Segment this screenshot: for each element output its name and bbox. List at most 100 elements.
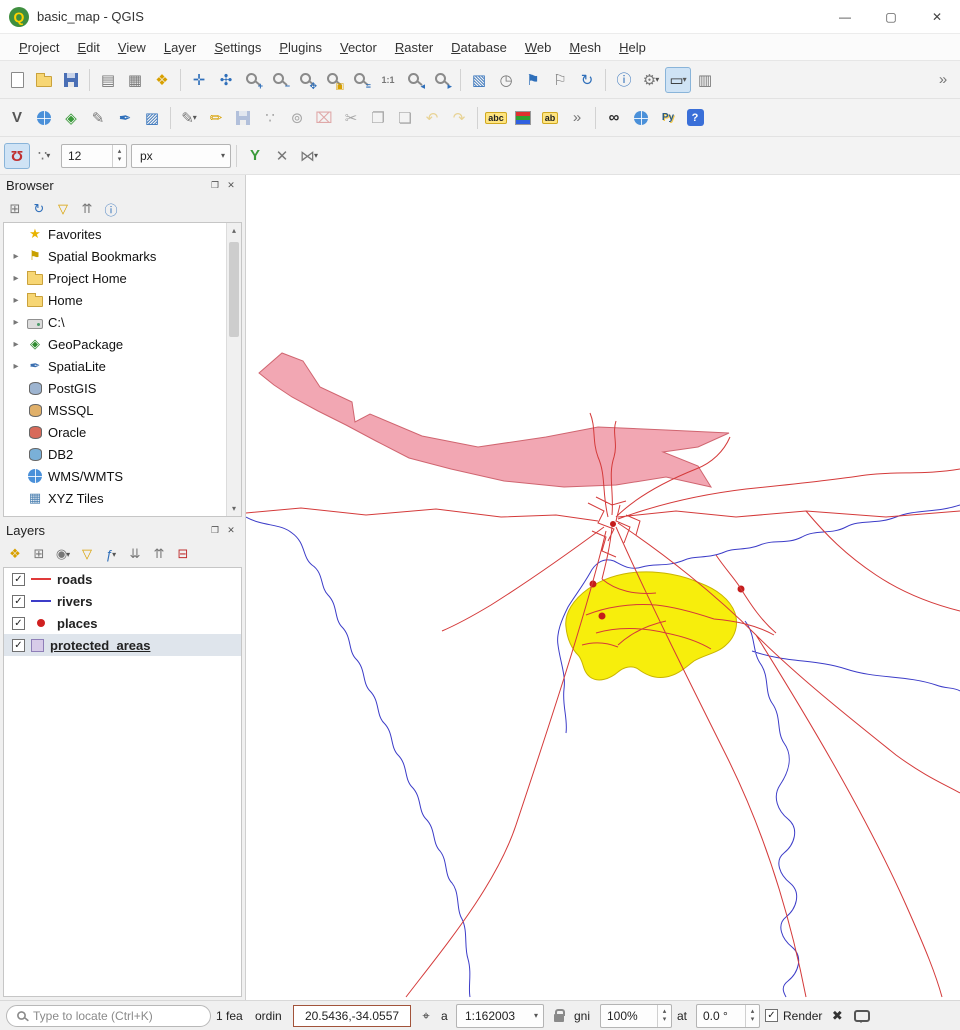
- open-attribute-table-button[interactable]: ▥: [692, 67, 718, 93]
- expand-arrow-icon[interactable]: ▸: [10, 317, 22, 328]
- add-group-button[interactable]: ⊞: [28, 543, 50, 565]
- filter-legend-button[interactable]: ▽: [76, 543, 98, 565]
- new-virtual-layer-button[interactable]: ▨: [139, 105, 165, 131]
- browser-item-xyz-tiles[interactable]: ▦ XYZ Tiles: [4, 487, 241, 509]
- refresh-map-button[interactable]: ↻: [574, 67, 600, 93]
- menu-web[interactable]: Web: [516, 36, 561, 59]
- save-layer-edits-button[interactable]: [230, 105, 256, 131]
- expand-all-layers-button[interactable]: ⇊: [124, 543, 146, 565]
- stepper-arrows[interactable]: ▴▾: [657, 1005, 671, 1027]
- toolbar-overflow-button[interactable]: »: [930, 67, 956, 93]
- osm-place-search-button[interactable]: ∞: [601, 105, 627, 131]
- collapse-all-layers-button[interactable]: ⇈: [148, 543, 170, 565]
- copy-features-button[interactable]: ❐: [365, 105, 391, 131]
- browser-item-spatialite[interactable]: ▸ ✒ SpatiaLite: [4, 355, 241, 377]
- new-spatialite-layer-button[interactable]: ✒: [112, 105, 138, 131]
- float-panel-button[interactable]: ❐: [207, 523, 223, 539]
- new-spatial-bookmark-button[interactable]: ⚑: [520, 67, 546, 93]
- maximize-button[interactable]: ▢: [868, 0, 914, 33]
- layer-row-roads[interactable]: ✓ roads: [4, 568, 241, 590]
- magnifier-stepper[interactable]: 100% ▴▾: [600, 1004, 672, 1028]
- new-shapefile-layer-button[interactable]: ✎: [85, 105, 111, 131]
- scroll-down-icon[interactable]: ▾: [232, 501, 236, 516]
- zoom-last-button[interactable]: ◂: [402, 67, 428, 93]
- menu-edit[interactable]: Edit: [68, 36, 108, 59]
- filter-by-expression-button[interactable]: ƒ▾: [100, 543, 122, 565]
- menu-view[interactable]: View: [109, 36, 155, 59]
- menu-settings[interactable]: Settings: [205, 36, 270, 59]
- enable-snapping-button[interactable]: Ω: [4, 143, 30, 169]
- stepper-arrows[interactable]: ▴▾: [745, 1005, 759, 1027]
- browser-item-mssql[interactable]: MSSQL: [4, 399, 241, 421]
- browser-item-home[interactable]: ▸ Home: [4, 289, 241, 311]
- manage-map-themes-button[interactable]: ◉▾: [52, 543, 74, 565]
- scroll-up-icon[interactable]: ▴: [232, 223, 236, 238]
- menu-database[interactable]: Database: [442, 36, 516, 59]
- menu-help[interactable]: Help: [610, 36, 655, 59]
- open-layer-styling-button[interactable]: ❖: [4, 543, 26, 565]
- browser-item-postgis[interactable]: PostGIS: [4, 377, 241, 399]
- add-vector-layer-button[interactable]: V: [4, 105, 30, 131]
- minimize-button[interactable]: —: [822, 0, 868, 33]
- redo-button[interactable]: ↷: [446, 105, 472, 131]
- remove-snapping-button[interactable]: ✕: [269, 143, 295, 169]
- snapping-tolerance-stepper[interactable]: 12 ▴▾: [61, 144, 127, 168]
- layer-checkbox[interactable]: ✓: [12, 595, 25, 608]
- layer-styling-button[interactable]: [510, 105, 536, 131]
- stepper-arrows[interactable]: ▴▾: [112, 145, 126, 167]
- close-button[interactable]: ✕: [914, 0, 960, 33]
- new-project-button[interactable]: [4, 67, 30, 93]
- new-map-view-button[interactable]: ▧: [466, 67, 492, 93]
- render-toggle[interactable]: ✓ Render: [765, 1009, 822, 1023]
- run-feature-action-button[interactable]: ⚙▾: [638, 67, 664, 93]
- browser-item-c-drive[interactable]: ▸ C:\: [4, 311, 241, 333]
- open-project-button[interactable]: [31, 67, 57, 93]
- browser-properties-button[interactable]: ⓘ: [100, 198, 122, 220]
- add-raster-layer-button[interactable]: [31, 105, 57, 131]
- browser-item-spatial-bookmarks[interactable]: ▸ ⚑ Spatial Bookmarks: [4, 245, 241, 267]
- close-panel-button[interactable]: ✕: [223, 178, 239, 194]
- extents-toggle-button[interactable]: ⌖: [416, 1005, 436, 1027]
- close-panel-button[interactable]: ✕: [223, 523, 239, 539]
- python-console-button[interactable]: Py: [655, 105, 681, 131]
- save-project-button[interactable]: [58, 67, 84, 93]
- temporal-controller-button[interactable]: ◷: [493, 67, 519, 93]
- enable-tracing-button[interactable]: Y: [242, 143, 268, 169]
- identify-features-button[interactable]: ⓘ: [611, 67, 637, 93]
- add-selected-layers-button[interactable]: ⊞: [4, 198, 26, 220]
- zoom-out-button[interactable]: −: [267, 67, 293, 93]
- rotation-stepper[interactable]: 0.0 ° ▴▾: [696, 1004, 760, 1028]
- scale-select[interactable]: 1:162003 ▾: [456, 1004, 544, 1028]
- show-bookmarks-button[interactable]: ⚐: [547, 67, 573, 93]
- messages-button[interactable]: [852, 1005, 872, 1027]
- zoom-to-layer-button[interactable]: ≡: [348, 67, 374, 93]
- render-checkbox[interactable]: ✓: [765, 1009, 778, 1022]
- collapse-all-button[interactable]: ⇈: [76, 198, 98, 220]
- menu-plugins[interactable]: Plugins: [270, 36, 331, 59]
- browser-item-db2[interactable]: DB2: [4, 443, 241, 465]
- select-features-button[interactable]: ▭▾: [665, 67, 691, 93]
- zoom-full-button[interactable]: ✥: [294, 67, 320, 93]
- help-button[interactable]: ?: [682, 105, 708, 131]
- remove-layer-button[interactable]: ⊟: [172, 543, 194, 565]
- vertex-tool-button[interactable]: ⊚: [284, 105, 310, 131]
- style-manager-button[interactable]: ❖: [149, 67, 175, 93]
- lock-scale-button[interactable]: [549, 1005, 569, 1027]
- undo-button[interactable]: ↶: [419, 105, 445, 131]
- menu-layer[interactable]: Layer: [155, 36, 206, 59]
- expand-arrow-icon[interactable]: ▸: [10, 273, 22, 284]
- current-edits-button[interactable]: ✎▾: [176, 105, 202, 131]
- stop-rendering-button[interactable]: ✖: [827, 1005, 847, 1027]
- add-feature-button[interactable]: ∵: [257, 105, 283, 131]
- browser-item-oracle[interactable]: Oracle: [4, 421, 241, 443]
- avoid-intersections-button[interactable]: ⋈▾: [296, 143, 322, 169]
- toggle-editing-button[interactable]: ✏: [203, 105, 229, 131]
- expand-arrow-icon[interactable]: ▸: [10, 295, 22, 306]
- locate-input[interactable]: Type to locate (Ctrl+K): [6, 1005, 211, 1027]
- layer-checkbox[interactable]: ✓: [12, 617, 25, 630]
- layer-checkbox[interactable]: ✓: [12, 573, 25, 586]
- cut-features-button[interactable]: ✂: [338, 105, 364, 131]
- metasearch-button[interactable]: [628, 105, 654, 131]
- map-canvas[interactable]: [246, 175, 960, 1000]
- expand-arrow-icon[interactable]: ▸: [10, 339, 22, 350]
